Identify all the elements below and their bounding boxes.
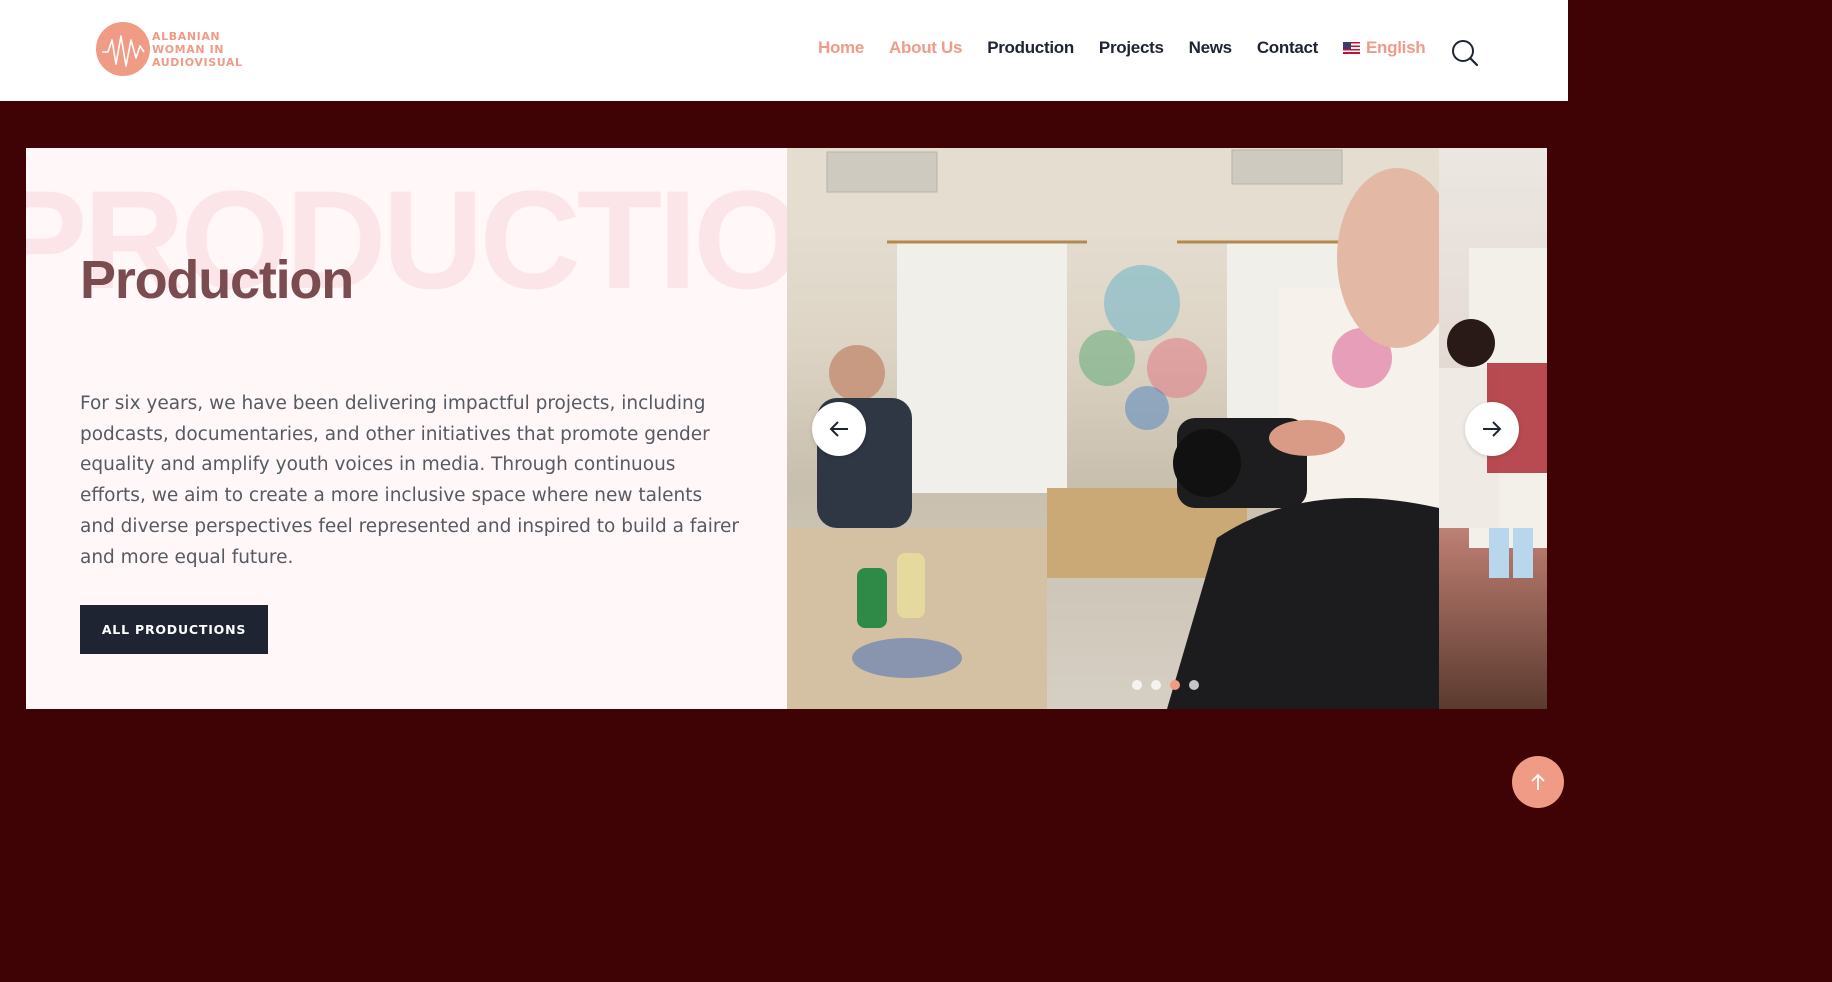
section-description: For six years, we have been delivering i… bbox=[80, 393, 740, 568]
language-switcher[interactable]: English bbox=[1343, 38, 1426, 58]
main-nav: Home About Us Production Projects News C… bbox=[818, 38, 1426, 58]
production-card: PRODUCTION Production For six years, we … bbox=[26, 148, 787, 709]
logo-line: WOMAN IN bbox=[152, 42, 225, 56]
nav-item-about-us[interactable]: About Us bbox=[889, 38, 962, 58]
image-slider bbox=[787, 148, 1547, 709]
arrow-up-icon bbox=[1531, 773, 1545, 790]
us-flag-icon bbox=[1343, 42, 1361, 54]
logo-line: ALBANIAN bbox=[152, 29, 221, 43]
nav-item-contact[interactable]: Contact bbox=[1257, 38, 1318, 58]
logo-line: AUDIOVISUAL bbox=[152, 55, 243, 69]
slider-pagination bbox=[1132, 680, 1208, 690]
slider-dot[interactable] bbox=[1132, 680, 1142, 690]
back-to-top-button[interactable] bbox=[1512, 756, 1564, 808]
search-icon[interactable] bbox=[1450, 38, 1480, 68]
arrow-left-icon bbox=[829, 421, 848, 437]
slide-image-current bbox=[787, 148, 1439, 709]
section-title: Production bbox=[80, 250, 354, 310]
logo-waveform-icon bbox=[96, 22, 150, 76]
language-label: English bbox=[1366, 38, 1426, 57]
slider-prev-button[interactable] bbox=[812, 402, 866, 456]
nav-item-projects[interactable]: Projects bbox=[1099, 38, 1164, 58]
slider-next-button[interactable] bbox=[1465, 402, 1519, 456]
site-logo[interactable]: ALBANIAN WOMAN IN AUDIOVISUAL bbox=[96, 22, 243, 76]
slider-dot[interactable] bbox=[1151, 680, 1161, 690]
nav-item-production[interactable]: Production bbox=[987, 38, 1074, 58]
nav-item-news[interactable]: News bbox=[1189, 38, 1233, 58]
site-header: ALBANIAN WOMAN IN AUDIOVISUAL Home About… bbox=[0, 0, 1568, 101]
arrow-right-icon bbox=[1483, 421, 1502, 437]
slider-dot-active[interactable] bbox=[1170, 680, 1180, 690]
nav-item-home[interactable]: Home bbox=[818, 38, 864, 58]
all-productions-button[interactable]: ALL PRODUCTIONS bbox=[80, 605, 268, 654]
slider-dot[interactable] bbox=[1189, 680, 1199, 690]
logo-text: ALBANIAN WOMAN IN AUDIOVISUAL bbox=[152, 30, 243, 69]
